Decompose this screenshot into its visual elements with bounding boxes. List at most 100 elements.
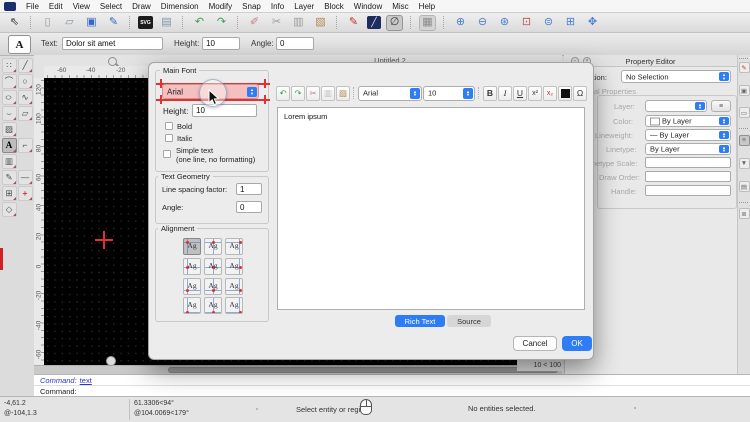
geometry-angle-input[interactable] xyxy=(236,201,262,213)
hatch-tool[interactable]: ▨ xyxy=(2,122,17,137)
text-input[interactable] xyxy=(62,37,163,50)
menu-window[interactable]: Window xyxy=(354,2,382,11)
cut-icon[interactable]: ✂ xyxy=(268,15,285,31)
editor-copy-icon[interactable]: ▥ xyxy=(321,86,335,101)
text-tool-button[interactable]: A xyxy=(8,35,31,54)
height-input[interactable] xyxy=(202,37,240,50)
polyline-tool[interactable]: ⌣ xyxy=(2,106,17,121)
color-combo[interactable]: By Layer ▲▼ xyxy=(645,115,731,127)
grid-toggle-icon[interactable]: ▦ xyxy=(419,15,436,31)
special-char-button[interactable]: Ω xyxy=(573,86,587,101)
ellipse-tool[interactable]: ○ xyxy=(2,90,17,105)
simple-text-checkbox[interactable] xyxy=(163,150,171,158)
menu-edit[interactable]: Edit xyxy=(49,2,63,11)
draw-order-input[interactable] xyxy=(645,171,731,182)
info-tool[interactable]: ⊞ xyxy=(2,186,17,201)
select-cursor-icon[interactable]: ⇖ xyxy=(6,15,23,31)
menu-file[interactable]: File xyxy=(26,2,39,11)
draw-pen-icon[interactable]: ✎ xyxy=(345,15,362,31)
tab-rich-text[interactable]: Rich Text xyxy=(395,315,445,327)
italic-checkbox[interactable] xyxy=(165,134,173,142)
menu-layer[interactable]: Layer xyxy=(294,2,314,11)
save-icon[interactable]: ▣ xyxy=(83,15,100,31)
command-input-row[interactable]: Command: xyxy=(34,385,750,396)
layers-panel-toggle[interactable]: ▣ xyxy=(739,85,750,96)
editor-size-combo[interactable]: 10 ▲▼ xyxy=(423,86,475,101)
selection-combo[interactable]: No Selection ▲▼ xyxy=(621,70,731,83)
shape-tool[interactable]: ▱ xyxy=(18,106,33,121)
open-file-icon[interactable]: ▱ xyxy=(61,15,78,31)
previous-view-icon[interactable]: ⊜ xyxy=(540,15,557,31)
align-top-left-button[interactable]: Ag xyxy=(183,238,201,255)
ellipse-slash-icon[interactable]: ∅ xyxy=(386,15,403,31)
image-tool[interactable]: ▥ xyxy=(2,154,17,169)
tab-source[interactable]: Source xyxy=(447,315,491,327)
text-color-button[interactable] xyxy=(558,86,572,101)
zoom-window-icon[interactable]: ⊞ xyxy=(562,15,579,31)
layer-combo[interactable]: ▲▼ xyxy=(645,100,707,112)
redo-icon[interactable]: ↷ xyxy=(213,15,230,31)
point-tool[interactable]: ∷ xyxy=(2,58,17,73)
align-bottom-left-button[interactable]: Ag xyxy=(183,297,201,314)
cancel-button[interactable]: Cancel xyxy=(513,336,557,351)
pan-icon[interactable]: ✥ xyxy=(584,15,601,31)
menu-info[interactable]: Info xyxy=(271,2,284,11)
menu-draw[interactable]: Draw xyxy=(132,2,151,11)
align-top-center-button[interactable]: Ag xyxy=(204,238,222,255)
lengthen-tool[interactable]: — xyxy=(18,170,33,185)
linetype-combo[interactable]: By Layer ▲▼ xyxy=(645,143,731,155)
blocks-panel-toggle[interactable]: ▭ xyxy=(739,107,750,118)
undo-icon[interactable]: ↶ xyxy=(191,15,208,31)
line-spacing-input[interactable] xyxy=(236,183,262,195)
linetype-scale-input[interactable] xyxy=(645,157,731,168)
list-panel-toggle[interactable]: ≣ xyxy=(739,208,750,219)
pencil-icon[interactable]: ✐ xyxy=(246,15,263,31)
circle-tool[interactable]: ○ xyxy=(18,74,33,89)
editor-font-combo[interactable]: Arial ▲▼ xyxy=(358,86,422,101)
solid-tool[interactable]: ◇ xyxy=(2,202,17,217)
menu-modify[interactable]: Modify xyxy=(209,2,233,11)
modify-tool[interactable]: ✎ xyxy=(2,170,17,185)
line-tool[interactable]: ╱ xyxy=(18,58,33,73)
copy-icon[interactable]: ▥ xyxy=(290,15,307,31)
svg-export-icon[interactable]: SVG xyxy=(138,16,153,29)
handle-input[interactable] xyxy=(645,185,731,196)
bold-button[interactable]: B xyxy=(483,86,497,101)
menu-view[interactable]: View xyxy=(73,2,90,11)
editor-cut-icon[interactable]: ✂ xyxy=(306,86,320,101)
editor-undo-icon[interactable]: ↶ xyxy=(276,86,290,101)
layer-list-button[interactable]: ≡ xyxy=(711,100,731,112)
draw-panel-toggle[interactable]: ✎ xyxy=(739,62,750,73)
editor-redo-icon[interactable]: ↷ xyxy=(291,86,305,101)
paste-icon[interactable]: ▧ xyxy=(312,15,329,31)
dimension-tool[interactable]: ⌐ xyxy=(18,138,33,153)
menu-help[interactable]: Help xyxy=(419,2,435,11)
align-middle-right-button[interactable]: Ag xyxy=(225,258,243,275)
scrollbar-thumb[interactable] xyxy=(168,367,558,373)
menu-block[interactable]: Block xyxy=(324,2,344,11)
menu-select[interactable]: Select xyxy=(100,2,122,11)
auto-zoom-icon[interactable]: ⊛ xyxy=(496,15,513,31)
spline-tool[interactable]: ∿ xyxy=(18,90,33,105)
editor-paste-icon[interactable]: ▧ xyxy=(336,86,350,101)
zoom-region-icon[interactable]: ⊡ xyxy=(518,15,535,31)
richtext-editor[interactable]: Lorem ipsum xyxy=(277,107,585,310)
align-bottom-center-button[interactable]: Ag xyxy=(204,297,222,314)
lineweight-combo[interactable]: —By Layer ▲▼ xyxy=(645,129,731,141)
property-panel-toggle[interactable]: ≡ xyxy=(739,135,750,146)
align-middle-left-button[interactable]: Ag xyxy=(183,258,201,275)
align-middle-center-button[interactable]: Ag xyxy=(204,258,222,275)
menu-dimension[interactable]: Dimension xyxy=(161,2,199,11)
subscript-button[interactable]: x₂ xyxy=(543,86,557,101)
text-tool-selected[interactable]: A xyxy=(2,138,17,153)
align-base-right-button[interactable]: Ag xyxy=(225,278,243,295)
menu-misc[interactable]: Misc xyxy=(392,2,408,11)
plot-style-icon[interactable]: ╱ xyxy=(367,16,381,29)
filter-panel-toggle[interactable]: ▼ xyxy=(739,158,750,169)
print-icon[interactable]: ▤ xyxy=(158,15,175,31)
save-as-icon[interactable]: ✎ xyxy=(105,15,122,31)
align-base-center-button[interactable]: Ag xyxy=(204,278,222,295)
menu-snap[interactable]: Snap xyxy=(242,2,261,11)
align-bottom-right-button[interactable]: Ag xyxy=(225,297,243,314)
new-file-icon[interactable]: ▯ xyxy=(39,15,56,31)
